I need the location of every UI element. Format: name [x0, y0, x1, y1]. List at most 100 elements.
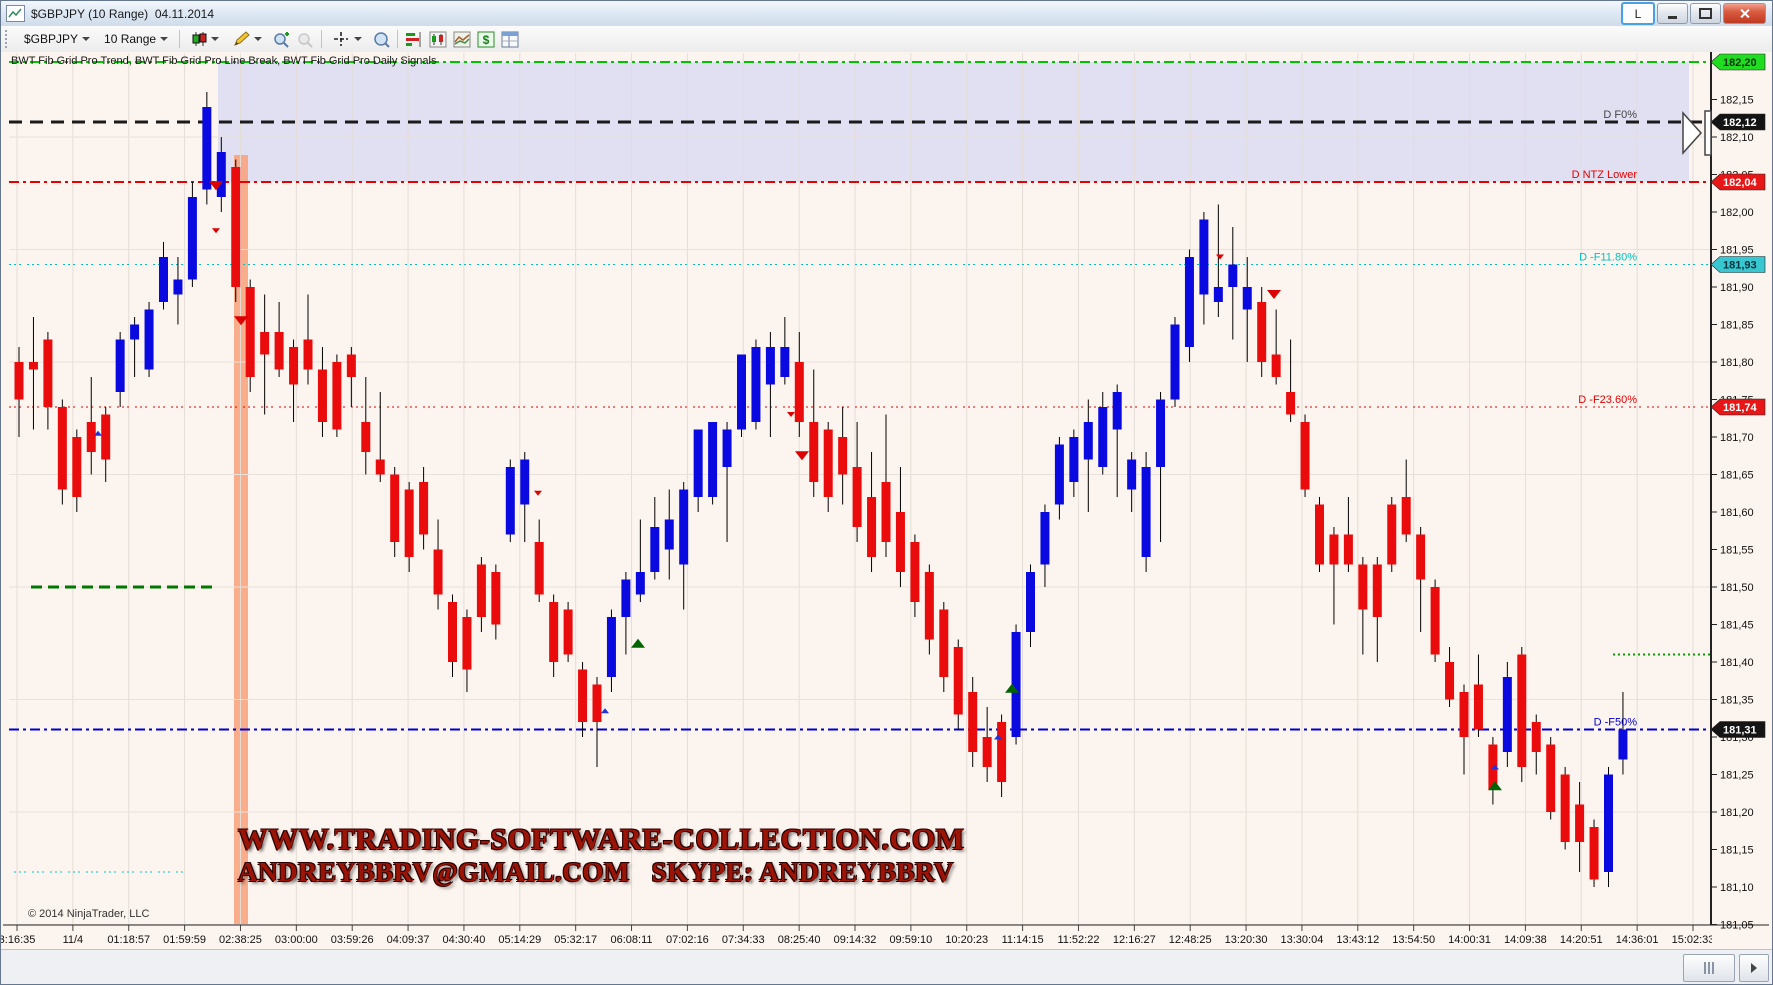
window-title: $GBPJPY (10 Range) 04.11.2014	[31, 7, 214, 21]
toolbar-grip[interactable]	[5, 30, 12, 48]
candle-down	[260, 332, 269, 355]
restore-button[interactable]	[1690, 3, 1721, 24]
candle-down	[593, 685, 602, 723]
panel-icon	[501, 31, 519, 48]
candle-up	[694, 430, 703, 498]
candle-up	[650, 527, 659, 572]
link-button[interactable]: L	[1621, 2, 1655, 25]
properties-panel-button[interactable]	[498, 28, 522, 50]
candle-up	[130, 325, 139, 340]
zoom-in-button[interactable]	[269, 28, 293, 50]
dollar-icon: $	[477, 31, 495, 48]
candle-up	[766, 347, 775, 385]
data-box-button[interactable]	[369, 28, 393, 50]
candle-down	[1402, 497, 1411, 535]
price-tag-label: 181,31	[1723, 725, 1757, 737]
candle-down	[87, 422, 96, 452]
candle-down	[1315, 505, 1324, 565]
price-tag-label: 181,93	[1723, 260, 1757, 272]
candle-up	[1127, 460, 1136, 490]
title-bar[interactable]: $GBPJPY (10 Range) 04.11.2014 L	[1, 1, 1772, 27]
price-chart[interactable]: 3:16:3511/401:18:5701:59:5902:38:2503:00…	[1, 52, 1773, 949]
candle-up	[520, 460, 529, 505]
price-axis-label: 181,45	[1720, 620, 1754, 632]
price-axis-label: 181,90	[1720, 282, 1754, 294]
watermark-line2: ANDREYBBRV@GMAIL.COM SKYPE: ANDREYBBRV	[238, 858, 954, 886]
chevron-down-icon	[354, 37, 362, 41]
chart-button[interactable]	[450, 28, 474, 50]
zoom-out-icon	[296, 31, 314, 48]
market-analyzer-icon	[429, 31, 447, 48]
candle-down	[925, 572, 934, 640]
candle-down	[58, 407, 67, 490]
candle-up	[636, 572, 645, 595]
fib-level-label: D -F50%	[1594, 717, 1638, 729]
candle-down	[809, 422, 818, 482]
time-axis-label: 11:52:22	[1057, 934, 1099, 946]
time-axis-label: 05:14:29	[498, 934, 541, 946]
candle-down	[1532, 722, 1541, 752]
account-dollar-button[interactable]: $	[474, 28, 498, 50]
copyright-label: © 2014 NinjaTrader, LLC	[28, 908, 149, 920]
candle-down	[1460, 692, 1469, 737]
time-axis-label: 04:30:40	[443, 934, 486, 946]
candle-down	[939, 610, 948, 678]
candle-up	[751, 347, 760, 422]
interval-selector[interactable]: 10 Range	[97, 28, 175, 50]
minimize-icon	[1668, 16, 1677, 19]
candle-down	[1373, 565, 1382, 618]
candle-up	[173, 280, 182, 295]
scrollbar-thumb[interactable]	[1683, 954, 1735, 982]
candle-up	[217, 152, 226, 197]
candle-down	[1416, 535, 1425, 580]
time-axis-label: 14:09:38	[1504, 934, 1547, 946]
candle-up	[1055, 445, 1064, 505]
candle-up	[1228, 265, 1237, 288]
horizontal-scrollbar[interactable]	[1, 949, 1773, 985]
close-button[interactable]	[1723, 3, 1766, 24]
candle-down	[1590, 827, 1599, 880]
candle-down	[1474, 685, 1483, 730]
candle-up	[159, 257, 168, 302]
time-axis-label: 01:18:57	[107, 934, 150, 946]
candle-down	[376, 460, 385, 475]
scrollbar-right-arrow[interactable]	[1739, 954, 1769, 982]
candle-down	[15, 362, 24, 400]
candle-down	[1257, 302, 1266, 362]
minimize-button[interactable]	[1657, 3, 1688, 24]
candle-down	[853, 467, 862, 527]
candle-down	[910, 542, 919, 602]
candle-down	[549, 602, 558, 662]
candle-up	[1199, 220, 1208, 295]
instrument-selector[interactable]: $GBPJPY	[17, 28, 97, 50]
price-axis-label: 181,55	[1720, 545, 1754, 557]
candle-up	[1618, 730, 1627, 760]
chart-icon	[453, 31, 471, 48]
toolbar: $GBPJPY 10 Range	[1, 26, 1772, 53]
candle-down	[419, 482, 428, 535]
crosshair-button[interactable]	[326, 27, 369, 51]
fib-level-label: D -F23.60%	[1578, 394, 1637, 406]
market-analyzer-button[interactable]	[426, 28, 450, 50]
time-axis-label: 03:59:26	[331, 934, 374, 946]
candle-up	[1156, 400, 1165, 468]
price-axis-label: 182,15	[1720, 95, 1754, 107]
candle-down	[1445, 662, 1454, 700]
candle-up	[1012, 632, 1021, 737]
candle-down	[867, 497, 876, 557]
time-axis-label: 10:20:23	[945, 934, 988, 946]
chevron-down-icon	[82, 37, 90, 41]
time-axis-label: 03:00:00	[275, 934, 318, 946]
zoom-out-button[interactable]	[293, 28, 317, 50]
price-axis-label: 181,50	[1720, 582, 1754, 594]
candle-down	[231, 167, 240, 287]
time-axis-label: 14:20:51	[1560, 934, 1603, 946]
zoom-in-icon	[272, 31, 290, 48]
chart-trader-button[interactable]	[402, 28, 426, 50]
candle-up	[506, 467, 515, 535]
candle-down	[246, 287, 255, 377]
candle-down	[1358, 565, 1367, 610]
interval-label: 10 Range	[104, 32, 156, 46]
candle-style-button[interactable]	[184, 27, 226, 51]
drawing-tools-button[interactable]	[226, 27, 269, 51]
